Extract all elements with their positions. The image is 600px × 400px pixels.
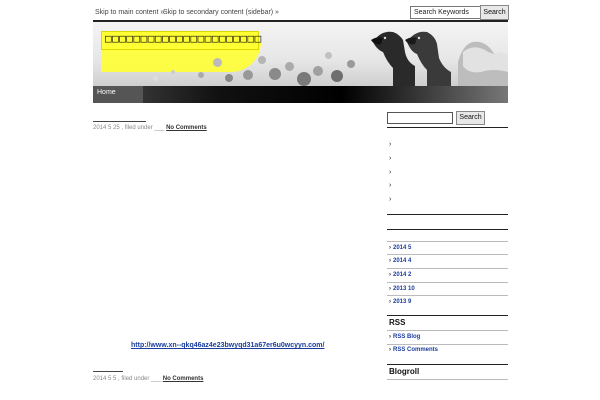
header-search-input[interactable]: Search Keywords [410, 6, 482, 19]
site-title[interactable]: □□□□□□□□□□□□□□□□□□□□□□ [105, 32, 262, 45]
sidebar-divider [387, 282, 508, 283]
archive-link[interactable]: › 2013 9 [389, 299, 411, 305]
sidebar-bullet[interactable]: › [389, 141, 391, 148]
sidebar-divider [387, 364, 508, 365]
archive-link[interactable]: › 2014 2 [389, 272, 411, 278]
sidebar-divider [387, 127, 508, 128]
main-navigation-bar [93, 86, 508, 103]
nav-item-home[interactable]: Home [93, 86, 143, 103]
sidebar-divider [387, 344, 508, 345]
sidebar-bullet[interactable]: › [389, 155, 391, 162]
post-date: 2014 5 25 , filed under ___ [93, 125, 165, 131]
sidebar-divider [387, 379, 508, 380]
sidebar-search-input[interactable] [387, 112, 453, 124]
sidebar-search-button[interactable]: Search [456, 111, 485, 125]
post-comments-link[interactable]: No Comments [166, 125, 207, 131]
post-date: 2014 5 5 , filed under ___ [93, 376, 162, 382]
sidebar-divider [387, 254, 508, 255]
archive-link[interactable]: › 2014 4 [389, 258, 411, 264]
post-body-link[interactable]: http://www.xn--qkq46az4e23bwyqd31a67er6u… [131, 342, 324, 349]
post-comments-link[interactable]: No Comments [163, 376, 204, 382]
sidebar-divider [387, 214, 508, 215]
header-banner: □□□□□□□□□□□□□□□□□□□□□□ [93, 22, 508, 86]
post-meta: 2014 5 25 , filed under ___ No Comments [93, 125, 207, 131]
header-search-button[interactable]: Search [480, 5, 509, 20]
rss-link[interactable]: › RSS Comments [389, 347, 438, 353]
sidebar-bullet[interactable]: › [389, 182, 391, 189]
archive-link[interactable]: › 2013 10 [389, 286, 415, 292]
skip-to-main-link[interactable]: Skip to main content » [95, 9, 164, 16]
sidebar-divider [387, 229, 508, 230]
sidebar-divider [387, 295, 508, 296]
sidebar-bullet[interactable]: › [389, 196, 391, 203]
skip-to-sidebar-link[interactable]: Skip to secondary content (sidebar) » [163, 9, 279, 16]
archive-link[interactable]: › 2014 5 [389, 245, 411, 251]
camel-photo [371, 31, 508, 86]
rss-heading: RSS [389, 318, 406, 327]
sidebar-divider [387, 268, 508, 269]
blogroll-heading: Blogroll [389, 367, 420, 376]
post-meta: 2014 5 5 , filed under ___ No Comments [93, 376, 203, 382]
rss-link[interactable]: › RSS Blog [389, 334, 420, 340]
post-title-link[interactable] [93, 121, 146, 122]
sidebar-divider [387, 241, 508, 242]
sidebar-divider [387, 315, 508, 316]
sidebar-divider [387, 330, 508, 331]
sidebar-bullet[interactable]: › [389, 169, 391, 176]
post-title-link[interactable] [93, 371, 123, 372]
